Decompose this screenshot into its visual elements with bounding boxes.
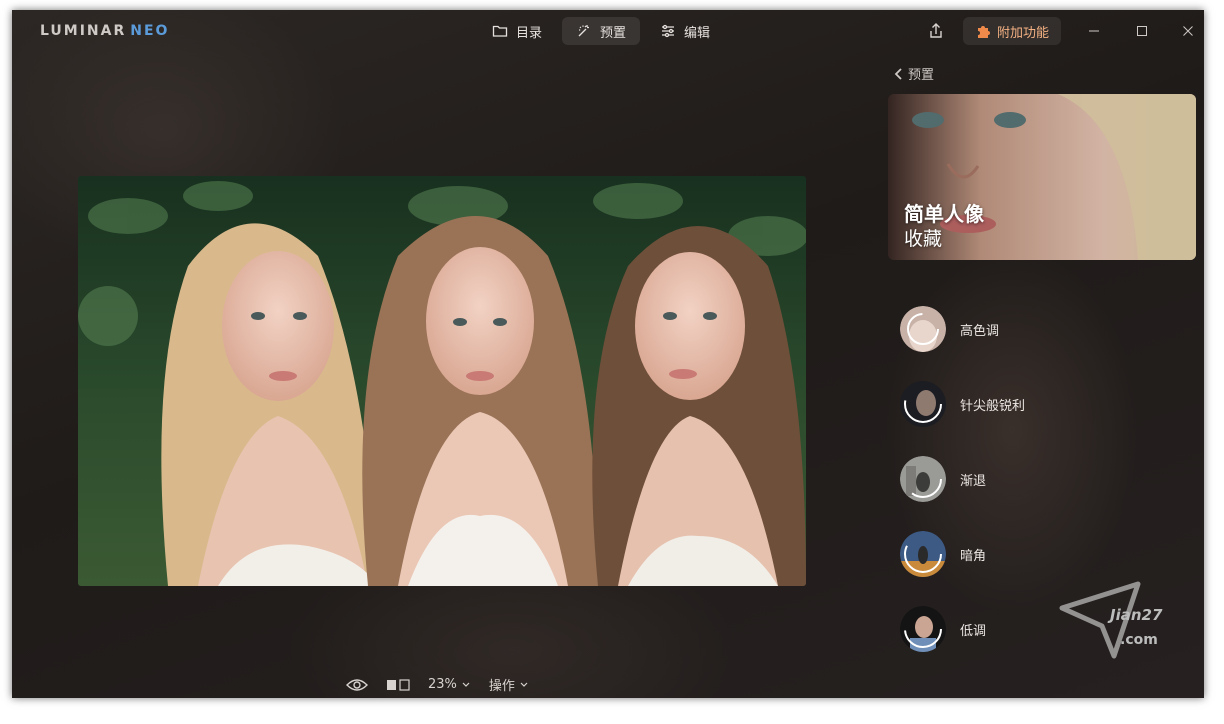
- addons-label: 附加功能: [997, 25, 1050, 41]
- preset-label: 渐退: [960, 473, 987, 489]
- preset-thumbnail: [900, 606, 946, 652]
- addons-button[interactable]: 附加功能: [963, 17, 1062, 45]
- share-icon[interactable]: [926, 21, 946, 41]
- main-photo[interactable]: [78, 176, 806, 586]
- preset-item-fade[interactable]: 渐退: [900, 456, 986, 502]
- maximize-icon: [1137, 26, 1147, 36]
- portrait-photo-image: [78, 176, 806, 586]
- chevron-down-icon: [520, 682, 528, 687]
- tab-catalog-label: 目录: [516, 25, 543, 41]
- featured-title: 简单人像: [904, 202, 984, 226]
- preset-thumbnail: [900, 456, 946, 502]
- back-to-presets[interactable]: 预置: [894, 64, 934, 83]
- puzzle-icon: [978, 26, 990, 38]
- watermark-domain: .com: [1120, 632, 1158, 648]
- tab-presets-label: 预置: [600, 25, 627, 41]
- maximize-button[interactable]: [1130, 19, 1154, 43]
- back-label: 预置: [908, 68, 935, 83]
- preset-item-high-key[interactable]: 高色调: [900, 306, 999, 352]
- preset-label: 暗角: [960, 548, 987, 564]
- preset-item-sharp[interactable]: 针尖般锐利: [900, 381, 1025, 427]
- sliders-icon: [662, 24, 675, 38]
- minimize-icon: [1089, 30, 1099, 32]
- chevron-left-icon: [894, 67, 902, 80]
- folder-icon: [492, 25, 508, 37]
- app-logo: LUMINAR NEO: [40, 23, 169, 39]
- featured-preset-card[interactable]: 简单人像 收藏: [888, 94, 1196, 260]
- preset-item-vignette[interactable]: 暗角: [900, 531, 986, 577]
- chevron-down-icon: [462, 682, 470, 687]
- preset-thumbnail: [900, 381, 946, 427]
- compare-icon[interactable]: [386, 678, 410, 692]
- magic-wand-icon: [578, 25, 590, 37]
- featured-subtitle: 收藏: [904, 228, 943, 250]
- actions-label: 操作: [488, 679, 515, 694]
- logo-text-luminar: LUMINAR: [40, 23, 127, 39]
- main-nav: 目录 预置 编辑: [478, 17, 724, 45]
- close-icon: [1183, 26, 1193, 36]
- tab-catalog[interactable]: 目录: [478, 17, 556, 45]
- preset-item-low-key[interactable]: 低调: [900, 606, 986, 652]
- bottom-toolbar: 23% 操作: [346, 675, 529, 694]
- eye-icon[interactable]: [346, 677, 368, 693]
- close-button[interactable]: [1176, 19, 1200, 43]
- logo-text-neo: NEO: [130, 23, 170, 39]
- tab-edit-label: 编辑: [684, 25, 711, 41]
- watermark-text: Jian27: [1110, 606, 1163, 624]
- preset-label: 高色调: [960, 323, 1000, 339]
- app-window: LUMINAR NEO 目录 预置 编辑 附加功能 23% 操作 预置 简单人像…: [12, 10, 1204, 698]
- zoom-dropdown[interactable]: 23%: [428, 677, 471, 692]
- minimize-button[interactable]: [1082, 19, 1106, 43]
- preset-thumbnail: [900, 306, 946, 352]
- preset-thumbnail: [900, 531, 946, 577]
- actions-dropdown[interactable]: 操作: [489, 675, 529, 694]
- tab-presets[interactable]: 预置: [562, 17, 641, 45]
- preset-label: 针尖般锐利: [960, 398, 1026, 414]
- preset-label: 低调: [960, 623, 987, 639]
- zoom-value: 23%: [428, 677, 457, 692]
- tab-edit[interactable]: 编辑: [646, 17, 724, 45]
